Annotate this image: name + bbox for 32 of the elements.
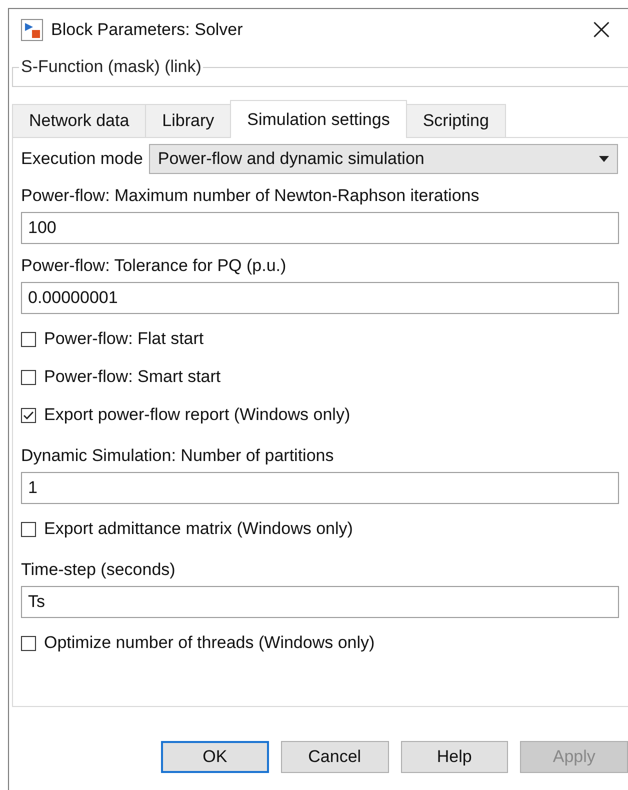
dialog-button[interactable]: Help xyxy=(400,741,508,773)
caret-icon xyxy=(599,156,609,162)
parameter-label: Power-flow: Maximum number of Newton-Raphson iterations xyxy=(21,186,480,206)
tab[interactable]: Network data xyxy=(12,104,146,138)
dialog-button[interactable]: OK xyxy=(161,741,269,773)
checkbox-label: Export power-flow report (Windows only) xyxy=(44,405,350,425)
checkbox-label: Power-flow: Smart start xyxy=(44,367,221,387)
tab[interactable]: Simulation settings xyxy=(230,100,407,138)
tab[interactable]: Library xyxy=(145,104,232,138)
block-icon xyxy=(21,19,43,41)
checkbox-label: Optimize number of threads (Windows only) xyxy=(44,633,375,653)
window-title: Block Parameters: Solver xyxy=(51,20,244,40)
parameter-label: Dynamic Simulation: Number of partitions xyxy=(21,446,335,466)
parameter-label: Execution mode xyxy=(21,149,143,169)
checkbox-label: Export admittance matrix (Windows only) xyxy=(44,519,353,539)
parameter-label: Time-step (seconds) xyxy=(21,560,176,580)
input-field[interactable]: 1 xyxy=(21,472,619,504)
input-field[interactable]: 0.00000001 xyxy=(21,282,619,314)
checkbox[interactable] xyxy=(21,522,36,536)
checkbox[interactable] xyxy=(21,636,36,650)
checkbox[interactable] xyxy=(21,408,36,422)
input-field[interactable]: Ts xyxy=(21,586,619,618)
dialog-button[interactable]: Cancel xyxy=(280,741,388,773)
checkbox[interactable] xyxy=(21,332,36,346)
checkbox-label: Power-flow: Flat start xyxy=(44,329,204,349)
group-title: S-Function (mask) (link) xyxy=(20,57,202,77)
checkbox[interactable] xyxy=(21,370,36,384)
close-button[interactable]: × xyxy=(582,15,620,45)
input-field[interactable]: 100 xyxy=(21,212,619,244)
parameter-label: Power-flow: Tolerance for PQ (p.u.) xyxy=(21,256,288,276)
tab[interactable]: Scripting xyxy=(406,104,506,138)
dropdown[interactable]: Power-flow and dynamic simulation xyxy=(148,144,618,174)
